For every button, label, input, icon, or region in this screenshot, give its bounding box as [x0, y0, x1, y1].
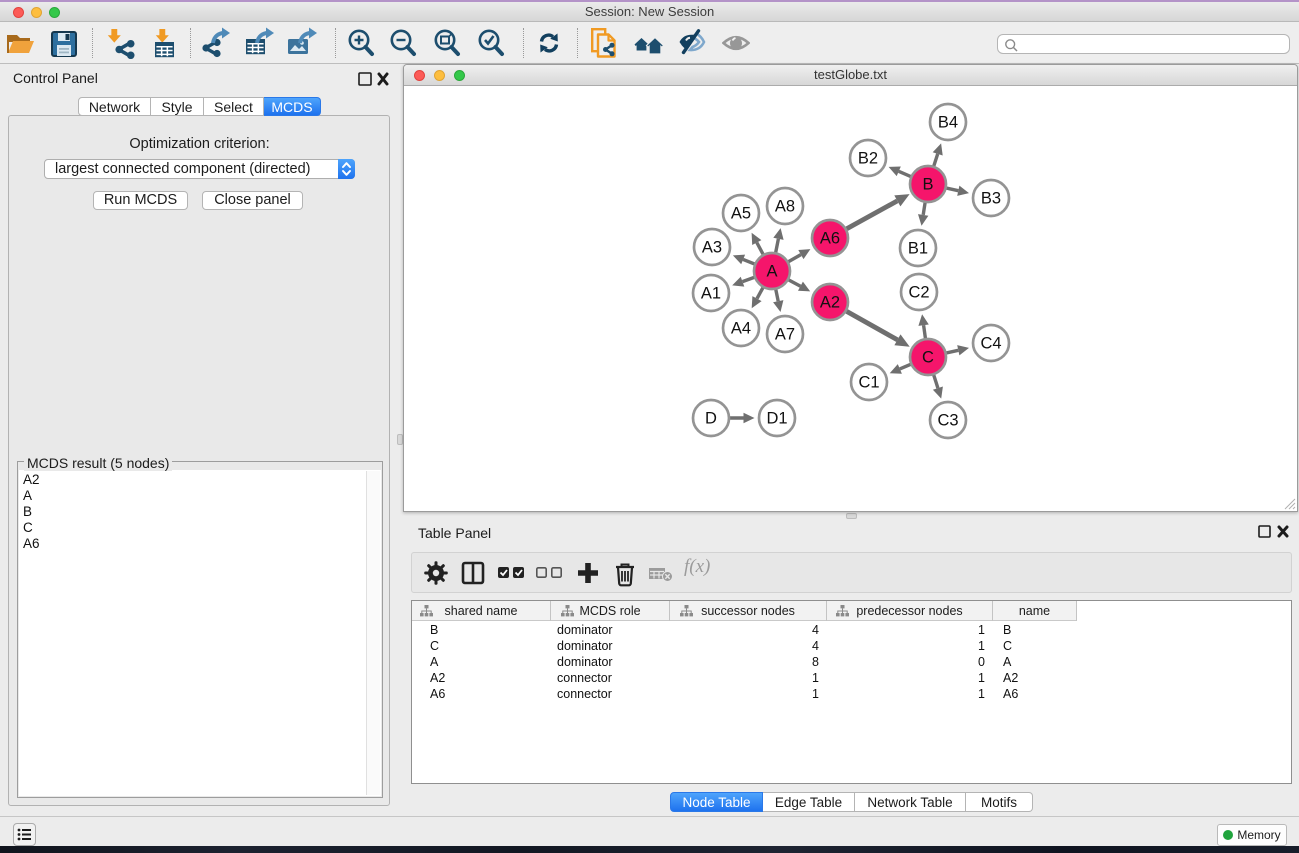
svg-text:A1: A1: [701, 285, 721, 303]
svg-text:C2: C2: [908, 284, 929, 302]
svg-text:A5: A5: [731, 205, 751, 223]
svg-text:A6: A6: [820, 230, 840, 248]
svg-text:B4: B4: [938, 114, 958, 132]
svg-text:B2: B2: [858, 150, 878, 168]
svg-text:A7: A7: [775, 326, 795, 344]
svg-text:D: D: [705, 410, 717, 428]
svg-text:C: C: [922, 349, 934, 367]
svg-text:A8: A8: [775, 198, 795, 216]
svg-text:C1: C1: [858, 374, 879, 392]
svg-text:A3: A3: [702, 239, 722, 257]
svg-text:B1: B1: [908, 240, 928, 258]
svg-text:B: B: [922, 176, 933, 194]
svg-text:A: A: [766, 263, 777, 281]
svg-text:A2: A2: [820, 294, 840, 312]
svg-text:C4: C4: [980, 335, 1001, 353]
svg-text:D1: D1: [766, 410, 787, 428]
svg-text:C3: C3: [937, 412, 958, 430]
svg-text:A4: A4: [731, 320, 751, 338]
svg-text:B3: B3: [981, 190, 1001, 208]
